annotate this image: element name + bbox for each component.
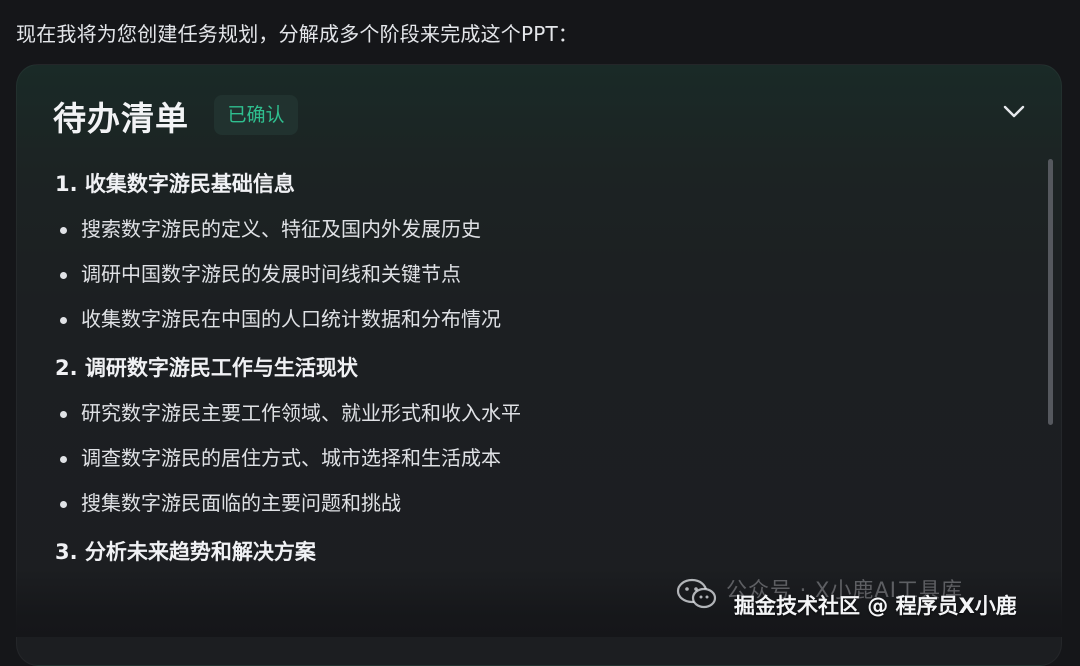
list-item: 调查数字游民的居住方式、城市选择和生活成本	[55, 436, 1035, 481]
list-item: 搜集数字游民面临的主要问题和挑战	[55, 481, 1035, 526]
list-item: 收集数字游民在中国的人口统计数据和分布情况	[55, 297, 1035, 342]
watermark-text: 掘金技术社区 @ 程序员X小鹿	[734, 594, 1017, 618]
todo-list: 1. 收集数字游民基础信息 搜索数字游民的定义、特征及国内外发展历史 调研中国数…	[55, 161, 1035, 575]
list-item: 搜索数字游民的定义、特征及国内外发展历史	[55, 207, 1035, 252]
chevron-down-icon[interactable]	[1003, 105, 1025, 119]
intro-text: 现在我将为您创建任务规划，分解成多个阶段来完成这个PPT：	[16, 22, 579, 46]
section-title: 2. 调研数字游民工作与生活现状	[55, 356, 358, 380]
status-badge: 已确认	[214, 95, 298, 135]
scrollbar[interactable]	[1048, 159, 1053, 425]
todo-card-title: 待办清单	[53, 99, 189, 138]
wechat-icon	[676, 578, 717, 609]
list-item: 研究数字游民主要工作领域、就业形式和收入水平	[55, 391, 1035, 436]
section-title: 1. 收集数字游民基础信息	[55, 172, 295, 196]
todo-card-header[interactable]: 待办清单 已确认	[17, 65, 1061, 161]
list-item: 调研中国数字游民的发展时间线和关键节点	[55, 252, 1035, 297]
